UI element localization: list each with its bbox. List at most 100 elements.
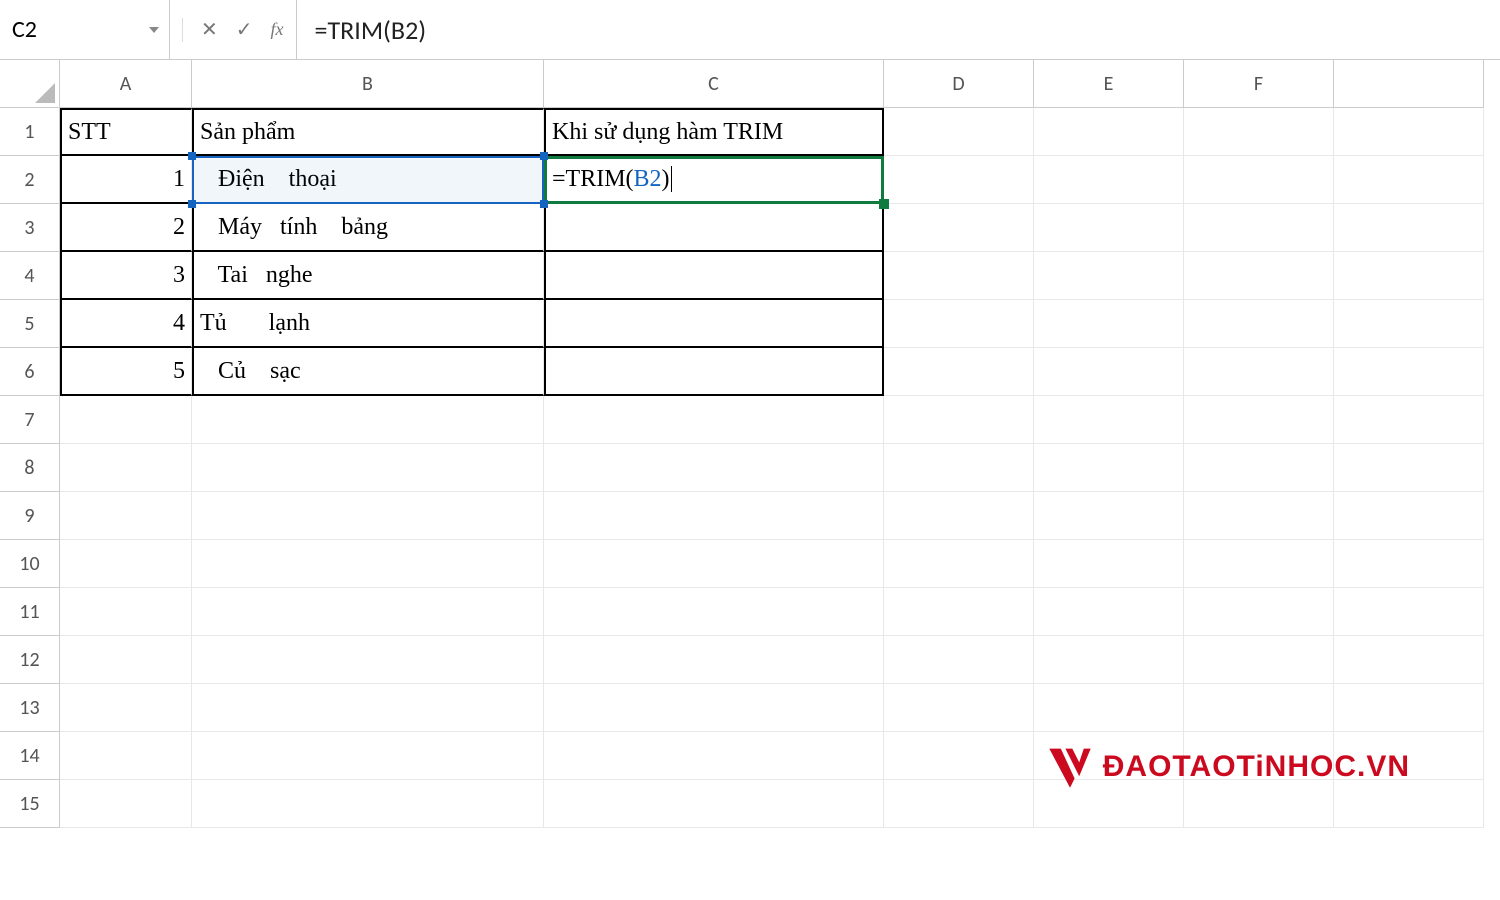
cell-G7[interactable] — [1334, 396, 1484, 444]
row-header-14[interactable]: 14 — [0, 732, 60, 780]
cell-D4[interactable] — [884, 252, 1034, 300]
cell-A2[interactable]: 1 — [60, 156, 192, 204]
cell-E3[interactable] — [1034, 204, 1184, 252]
row-header-15[interactable]: 15 — [0, 780, 60, 828]
cell-A5[interactable]: 4 — [60, 300, 192, 348]
cell-D3[interactable] — [884, 204, 1034, 252]
row-header-11[interactable]: 11 — [0, 588, 60, 636]
cell-F7[interactable] — [1184, 396, 1334, 444]
cell-A8[interactable] — [60, 444, 192, 492]
row-header-10[interactable]: 10 — [0, 540, 60, 588]
cell-F12[interactable] — [1184, 636, 1334, 684]
cell-G4[interactable] — [1334, 252, 1484, 300]
cell-F11[interactable] — [1184, 588, 1334, 636]
cell-F10[interactable] — [1184, 540, 1334, 588]
cancel-icon[interactable]: ✕ — [201, 17, 218, 42]
cell-B6[interactable]: Củ sạc — [192, 348, 544, 396]
col-header-C[interactable]: C — [544, 60, 884, 108]
col-header-F[interactable]: F — [1184, 60, 1334, 108]
cell-G12[interactable] — [1334, 636, 1484, 684]
row-header-12[interactable]: 12 — [0, 636, 60, 684]
cell-E12[interactable] — [1034, 636, 1184, 684]
cell-E2[interactable] — [1034, 156, 1184, 204]
cell-E9[interactable] — [1034, 492, 1184, 540]
cell-A11[interactable] — [60, 588, 192, 636]
cell-D10[interactable] — [884, 540, 1034, 588]
cell-G1[interactable] — [1334, 108, 1484, 156]
cell-E11[interactable] — [1034, 588, 1184, 636]
cell-D12[interactable] — [884, 636, 1034, 684]
cell-E13[interactable] — [1034, 684, 1184, 732]
cell-C14[interactable] — [544, 732, 884, 780]
cell-C5[interactable] — [544, 300, 884, 348]
cell-G13[interactable] — [1334, 684, 1484, 732]
cell-A15[interactable] — [60, 780, 192, 828]
col-header-G[interactable] — [1334, 60, 1484, 108]
cell-F1[interactable] — [1184, 108, 1334, 156]
row-header-6[interactable]: 6 — [0, 348, 60, 396]
cell-D8[interactable] — [884, 444, 1034, 492]
cell-B2[interactable]: Điện thoại — [192, 156, 544, 204]
cell-D15[interactable] — [884, 780, 1034, 828]
row-header-4[interactable]: 4 — [0, 252, 60, 300]
row-header-2[interactable]: 2 — [0, 156, 60, 204]
cell-A6[interactable]: 5 — [60, 348, 192, 396]
col-header-E[interactable]: E — [1034, 60, 1184, 108]
cell-D5[interactable] — [884, 300, 1034, 348]
formula-input[interactable]: =TRIM(B2) — [297, 0, 1500, 59]
cell-B8[interactable] — [192, 444, 544, 492]
fx-icon[interactable]: fx — [271, 19, 284, 40]
cell-E4[interactable] — [1034, 252, 1184, 300]
cell-G5[interactable] — [1334, 300, 1484, 348]
cell-E5[interactable] — [1034, 300, 1184, 348]
col-header-B[interactable]: B — [192, 60, 544, 108]
cell-G8[interactable] — [1334, 444, 1484, 492]
cell-A10[interactable] — [60, 540, 192, 588]
cell-A4[interactable]: 3 — [60, 252, 192, 300]
cell-D11[interactable] — [884, 588, 1034, 636]
col-header-A[interactable]: A — [60, 60, 192, 108]
cell-A14[interactable] — [60, 732, 192, 780]
cell-D2[interactable] — [884, 156, 1034, 204]
cell-A7[interactable] — [60, 396, 192, 444]
cell-C1[interactable]: Khi sử dụng hàm TRIM — [544, 108, 884, 156]
chevron-down-icon[interactable] — [149, 27, 159, 33]
cell-A12[interactable] — [60, 636, 192, 684]
cell-D13[interactable] — [884, 684, 1034, 732]
cell-C10[interactable] — [544, 540, 884, 588]
row-header-13[interactable]: 13 — [0, 684, 60, 732]
cell-C15[interactable] — [544, 780, 884, 828]
cell-A1[interactable]: STT — [60, 108, 192, 156]
enter-icon[interactable]: ✓ — [236, 17, 253, 42]
cell-G2[interactable] — [1334, 156, 1484, 204]
cell-C9[interactable] — [544, 492, 884, 540]
cell-D7[interactable] — [884, 396, 1034, 444]
cell-C12[interactable] — [544, 636, 884, 684]
cell-F9[interactable] — [1184, 492, 1334, 540]
cell-E8[interactable] — [1034, 444, 1184, 492]
cell-B14[interactable] — [192, 732, 544, 780]
cell-B12[interactable] — [192, 636, 544, 684]
cell-G6[interactable] — [1334, 348, 1484, 396]
cell-D6[interactable] — [884, 348, 1034, 396]
row-header-8[interactable]: 8 — [0, 444, 60, 492]
cell-F3[interactable] — [1184, 204, 1334, 252]
name-box[interactable]: C2 — [0, 0, 170, 59]
cell-G11[interactable] — [1334, 588, 1484, 636]
cell-F8[interactable] — [1184, 444, 1334, 492]
cell-G9[interactable] — [1334, 492, 1484, 540]
cell-B15[interactable] — [192, 780, 544, 828]
cell-C3[interactable] — [544, 204, 884, 252]
row-header-9[interactable]: 9 — [0, 492, 60, 540]
row-header-5[interactable]: 5 — [0, 300, 60, 348]
cell-B11[interactable] — [192, 588, 544, 636]
cell-A3[interactable]: 2 — [60, 204, 192, 252]
cell-B10[interactable] — [192, 540, 544, 588]
cell-C13[interactable] — [544, 684, 884, 732]
cell-G3[interactable] — [1334, 204, 1484, 252]
cell-C6[interactable] — [544, 348, 884, 396]
cell-E7[interactable] — [1034, 396, 1184, 444]
cell-A13[interactable] — [60, 684, 192, 732]
cell-C11[interactable] — [544, 588, 884, 636]
cell-F5[interactable] — [1184, 300, 1334, 348]
